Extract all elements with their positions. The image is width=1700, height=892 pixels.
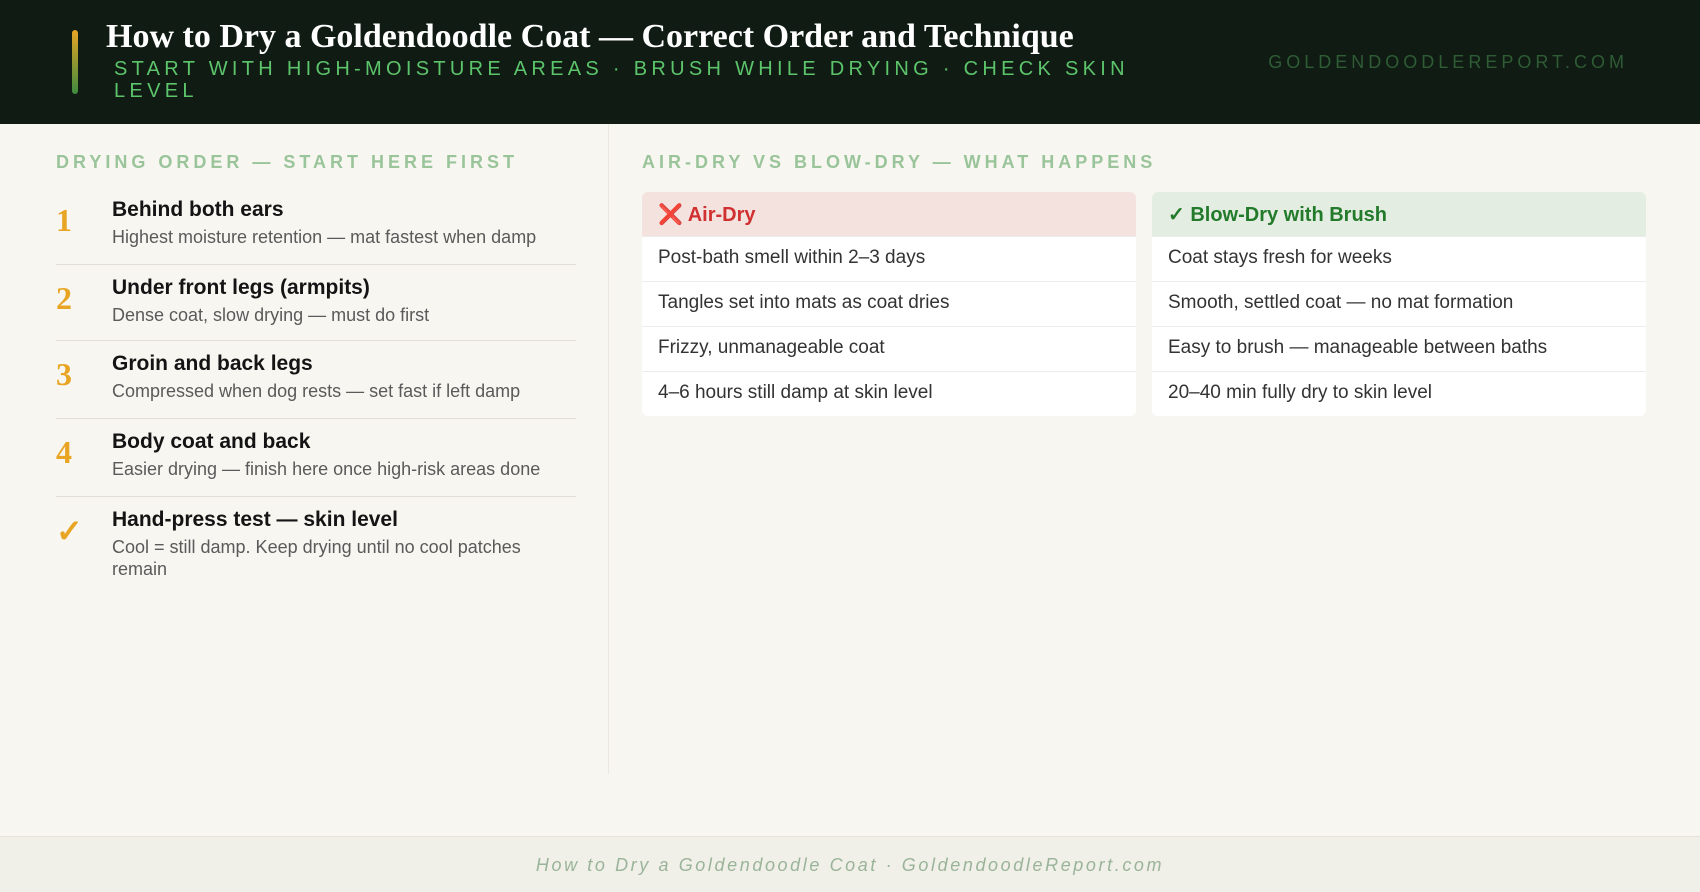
step-title: Behind both ears [112, 198, 284, 221]
step-title: Hand-press test — skin level [112, 508, 398, 531]
step-divider [56, 340, 576, 341]
page-subtitle: START WITH HIGH-MOISTURE AREAS · BRUSH W… [114, 58, 1129, 102]
step-number: 3 [56, 356, 72, 392]
step-title: Body coat and back [112, 430, 311, 453]
footer-text: How to Dry a Goldendoodle Coat · Goldend… [535, 855, 1165, 875]
step-description: Highest moisture retention — mat fastest… [112, 227, 537, 247]
step-title: Groin and back legs [112, 352, 313, 375]
drying-order-label: DRYING ORDER — START HERE FIRST [56, 152, 519, 172]
list-item: Post-bath smell within 2–3 days [642, 236, 1136, 281]
step-number: 4 [56, 434, 72, 470]
step-number: 1 [56, 202, 72, 238]
air-dry-card: ❌ Air-Dry Post-bath smell within 2–3 day… [642, 192, 1136, 416]
step-description: Dense coat, slow drying — must do first [112, 305, 430, 325]
air-dry-header: ❌ Air-Dry [642, 192, 1136, 236]
list-item: Easy to brush — manageable between baths [1152, 326, 1646, 371]
column-divider [608, 124, 609, 774]
step-description: Cool = still damp. Keep drying until no … [112, 537, 521, 579]
step-divider [56, 418, 576, 419]
accent-bar [72, 30, 78, 94]
list-item: 20–40 min fully dry to skin level [1152, 371, 1646, 416]
cross-icon: ❌ [658, 204, 683, 226]
list-item: Tangles set into mats as coat dries [642, 281, 1136, 326]
blow-dry-title: Blow-Dry with Brush [1190, 204, 1387, 226]
list-item: 4–6 hours still damp at skin level [642, 371, 1136, 416]
footer: How to Dry a Goldendoodle Coat · Goldend… [0, 836, 1700, 892]
step-title: Under front legs (armpits) [112, 276, 370, 299]
page-title: How to Dry a Goldendoodle Coat — Correct… [106, 18, 1074, 55]
step-description: Compressed when dog rests — set fast if … [112, 381, 521, 401]
comparison-label: AIR-DRY VS BLOW-DRY — WHAT HAPPENS [642, 152, 1157, 172]
blow-dry-header: ✓ Blow-Dry with Brush [1152, 192, 1646, 236]
air-dry-title: Air-Dry [687, 204, 756, 226]
list-item: Smooth, settled coat — no mat formation [1152, 281, 1646, 326]
checkmark-icon: ✓ [56, 513, 83, 549]
step-number: 2 [56, 280, 72, 316]
checkmark-icon: ✓ [1168, 204, 1185, 226]
step-divider [56, 496, 576, 497]
step-divider [56, 264, 576, 265]
list-item: Coat stays fresh for weeks [1152, 236, 1646, 281]
header: How to Dry a Goldendoodle Coat — Correct… [0, 0, 1700, 124]
step-description: Easier drying — finish here once high-ri… [112, 459, 541, 479]
list-item: Frizzy, unmanageable coat [642, 326, 1136, 371]
site-name: GOLDENDOODLEREPORT.COM [1268, 52, 1628, 72]
blow-dry-card: ✓ Blow-Dry with Brush Coat stays fresh f… [1152, 192, 1646, 416]
